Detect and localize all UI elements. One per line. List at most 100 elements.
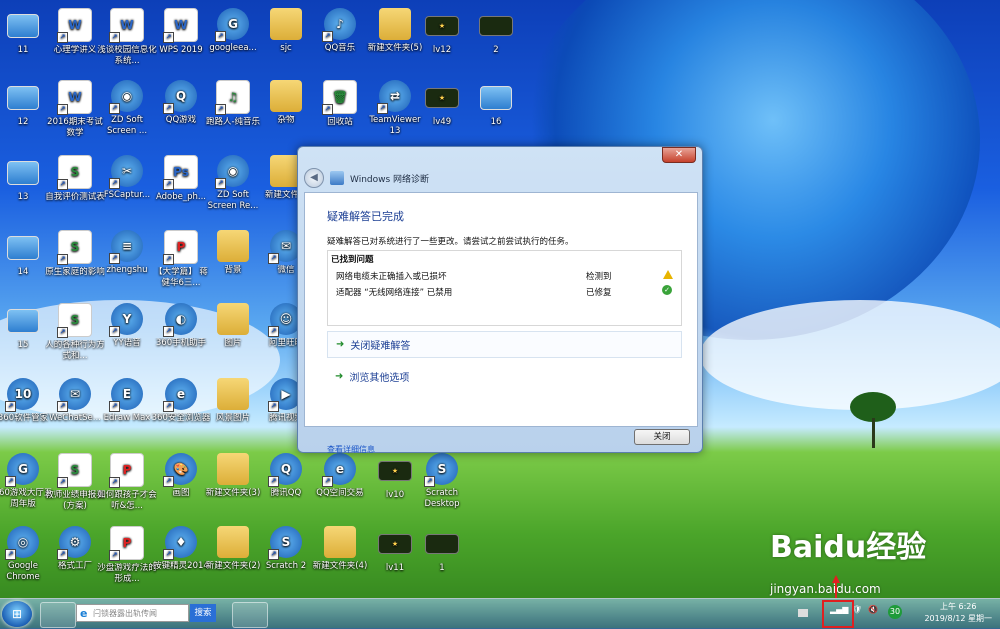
close-troubleshooter-option[interactable]: ➜ 关闭疑难解答 — [327, 331, 682, 358]
desktop-icon[interactable]: Q ↗ QQ游戏 — [151, 80, 211, 126]
problem-text: 适配器 “无线网络连接” 已禁用 — [336, 288, 453, 298]
desktop-icon[interactable]: P ↗ 【大学篇】 蒋健华6三... — [151, 230, 211, 289]
desktop-icon-image — [7, 14, 39, 38]
shortcut-arrow-icon: ↗ — [163, 401, 174, 412]
shortcut-arrow-icon: ↗ — [5, 401, 16, 412]
desktop-icon[interactable]: 新建文件夹(3) — [203, 453, 263, 499]
desktop-icon-image — [425, 534, 459, 554]
view-details-link[interactable]: 查看详细信息 — [327, 444, 375, 455]
desktop-icon-image: ◐ ↗ — [163, 303, 197, 337]
desktop-icon-image: ★ — [378, 534, 412, 554]
desktop-icon[interactable]: ⚙ ↗ 格式工厂 — [45, 526, 105, 572]
desktop-icon-image — [324, 526, 356, 558]
clock-time: 上午 6:26 — [939, 602, 977, 611]
dialog-close-button[interactable]: ✕ — [662, 147, 696, 163]
desktop-icon[interactable]: W ↗ 2016期末考试数学 — [45, 80, 105, 139]
desktop-icon-image: 🗑 ↗ — [322, 80, 357, 115]
desktop-icon-label: 原生家庭的影响 — [45, 267, 105, 277]
wallpaper-cloud — [700, 300, 1000, 410]
desktop-icon-image: E ↗ — [109, 378, 143, 412]
green-arrow-icon: ➜ — [335, 371, 344, 382]
taskbar-network-window[interactable] — [232, 602, 268, 628]
desktop-icon[interactable]: W ↗ 心理学讲义 — [45, 8, 105, 56]
desktop-icon-label: 如何跟孩子才会听&怎... — [97, 490, 157, 511]
network-diagnostics-icon — [330, 171, 344, 185]
desktop-icon[interactable]: ◉ ↗ ZD Soft Screen ... — [97, 80, 157, 137]
tray-icon[interactable] — [798, 609, 808, 617]
desktop-icon[interactable]: ♫ ↗ 跑路人-纯音乐 — [203, 80, 263, 128]
desktop-icon[interactable]: Q ↗ 腾讯QQ — [256, 453, 316, 499]
taskbar-app-icon[interactable] — [40, 602, 76, 628]
desktop-icon[interactable]: S ↗ Scratch Desktop — [412, 453, 472, 510]
desktop-icon-image: ♫ ↗ — [215, 80, 250, 115]
desktop-icon[interactable]: S ↗ 人的各种行为方式和... — [45, 303, 105, 362]
desktop-icon[interactable]: 🗑 ↗ 回收站 — [310, 80, 370, 128]
desktop-icon-label: 新建文件夹(2) — [205, 561, 261, 571]
desktop-icon-image: ≡ ↗ — [109, 230, 143, 264]
taskbar-clock[interactable]: 上午 6:26 2019/8/12 星期一 — [924, 601, 992, 625]
desktop-icon[interactable]: W ↗ 浅谈校园信息化系统... — [97, 8, 157, 67]
network-diagnostics-dialog: ✕ ◀ Windows 网络诊断 疑难解答已完成 疑难解答已对系统进行了一些更改… — [297, 146, 703, 455]
desktop-icon-label: 新建文件夹(4) — [312, 561, 368, 571]
desktop-icon[interactable]: 杂物 — [256, 80, 316, 126]
desktop-icon[interactable]: 图片 — [203, 303, 263, 349]
desktop-icon[interactable]: E ↗ Edraw Max — [97, 378, 157, 424]
tray-360-badge[interactable]: 30 — [888, 605, 902, 619]
shortcut-arrow-icon: ↗ — [322, 31, 333, 42]
desktop-icon[interactable]: ◉ ↗ ZD Soft Screen Re... — [203, 155, 263, 212]
desktop-icon[interactable]: G ↗ googleea... — [203, 8, 263, 54]
desktop-icon-image: W ↗ — [109, 8, 144, 43]
desktop-icon-label: Edraw Max — [103, 413, 151, 423]
shortcut-arrow-icon: ↗ — [57, 179, 68, 190]
shortcut-arrow-icon: ↗ — [163, 32, 174, 43]
baidu-watermark: Baidu经验 — [770, 530, 927, 565]
desktop-icon-label: lv49 — [432, 117, 452, 127]
desktop-icon[interactable]: 风景图片 — [203, 378, 263, 424]
desktop-icon-label: lv12 — [432, 45, 452, 55]
desktop-icon[interactable]: Y ↗ YY语音 — [97, 303, 157, 349]
desktop-icon[interactable]: P ↗ 如何跟孩子才会听&怎... — [97, 453, 157, 512]
desktop-icon[interactable]: S ↗ Scratch 2 — [256, 526, 316, 572]
desktop-icon-label: WeChatSe... — [49, 413, 101, 423]
close-button[interactable]: 关闭 — [634, 429, 690, 445]
shortcut-arrow-icon: ↗ — [268, 401, 279, 412]
desktop-icon[interactable]: 1 — [412, 526, 472, 574]
desktop-icon[interactable]: 2 — [466, 8, 526, 56]
desktop-icon[interactable]: S ↗ 教师业绩申报表(方案) — [45, 453, 105, 512]
green-arrow-icon: ➜ — [336, 339, 345, 350]
problem-row: 适配器 “无线网络连接” 已禁用 已修复 ✓ — [336, 285, 672, 298]
desktop-icon[interactable]: ★ lv12 — [412, 8, 472, 56]
desktop-icon[interactable]: W ↗ WPS 2019 — [151, 8, 211, 56]
desktop-icon[interactable]: ♪ ↗ QQ音乐 — [310, 8, 370, 54]
desktop-icon[interactable]: ◐ ↗ 360手机助手 — [151, 303, 211, 349]
volume-muted-icon[interactable]: 🔇 — [868, 605, 878, 621]
desktop-icon[interactable]: S ↗ 原生家庭的影响 — [45, 230, 105, 278]
desktop-icon[interactable]: 背景 — [203, 230, 263, 276]
desktop-icon[interactable]: 16 — [466, 80, 526, 128]
desktop-icon[interactable]: e ↗ QQ空间交易 — [310, 453, 370, 499]
taskbar-search-button[interactable]: 搜索 — [190, 604, 216, 622]
back-arrow-icon[interactable]: ◀ — [304, 168, 324, 188]
desktop-icon[interactable]: ★ lv49 — [412, 80, 472, 128]
desktop-icon[interactable]: ✂ ↗ FSCaptur... — [97, 155, 157, 201]
start-button[interactable]: ⊞ — [2, 601, 32, 627]
shortcut-arrow-icon: ↗ — [322, 104, 333, 115]
desktop-icon[interactable]: ✉ ↗ WeChatSe... — [45, 378, 105, 424]
desktop-icon[interactable]: P ↗ 沙盘游戏疗法的形成... — [97, 526, 157, 585]
wallpaper-tree-trunk — [872, 418, 875, 448]
taskbar-search-input[interactable]: e 闩锁器露出轨传闻 — [76, 604, 189, 622]
shortcut-arrow-icon: ↗ — [5, 549, 16, 560]
explore-other-options[interactable]: ➜ 浏览其他选项 — [327, 364, 680, 389]
desktop-icon[interactable]: 新建文件夹(2) — [203, 526, 263, 572]
desktop-icon[interactable]: sjc — [256, 8, 316, 54]
shortcut-arrow-icon: ↗ — [109, 550, 120, 561]
desktop-icon-image: W ↗ — [163, 8, 198, 43]
desktop-icon[interactable]: ♦ ↗ 按键精灵2014 — [151, 526, 211, 572]
desktop-icon[interactable]: 新建文件夹(4) — [310, 526, 370, 572]
desktop-icon[interactable]: 🎨 ↗ 画图 — [151, 453, 211, 499]
desktop-icon[interactable]: ≡ ↗ zhengshu — [97, 230, 157, 276]
desktop-icon-label: YY语音 — [113, 338, 141, 348]
desktop-icon[interactable]: e ↗ 360安全浏览器 — [151, 378, 211, 424]
desktop-icon[interactable]: Ps ↗ Adobe_ph... — [151, 155, 211, 203]
desktop-icon[interactable]: S ↗ 自我评价测试表 — [45, 155, 105, 203]
